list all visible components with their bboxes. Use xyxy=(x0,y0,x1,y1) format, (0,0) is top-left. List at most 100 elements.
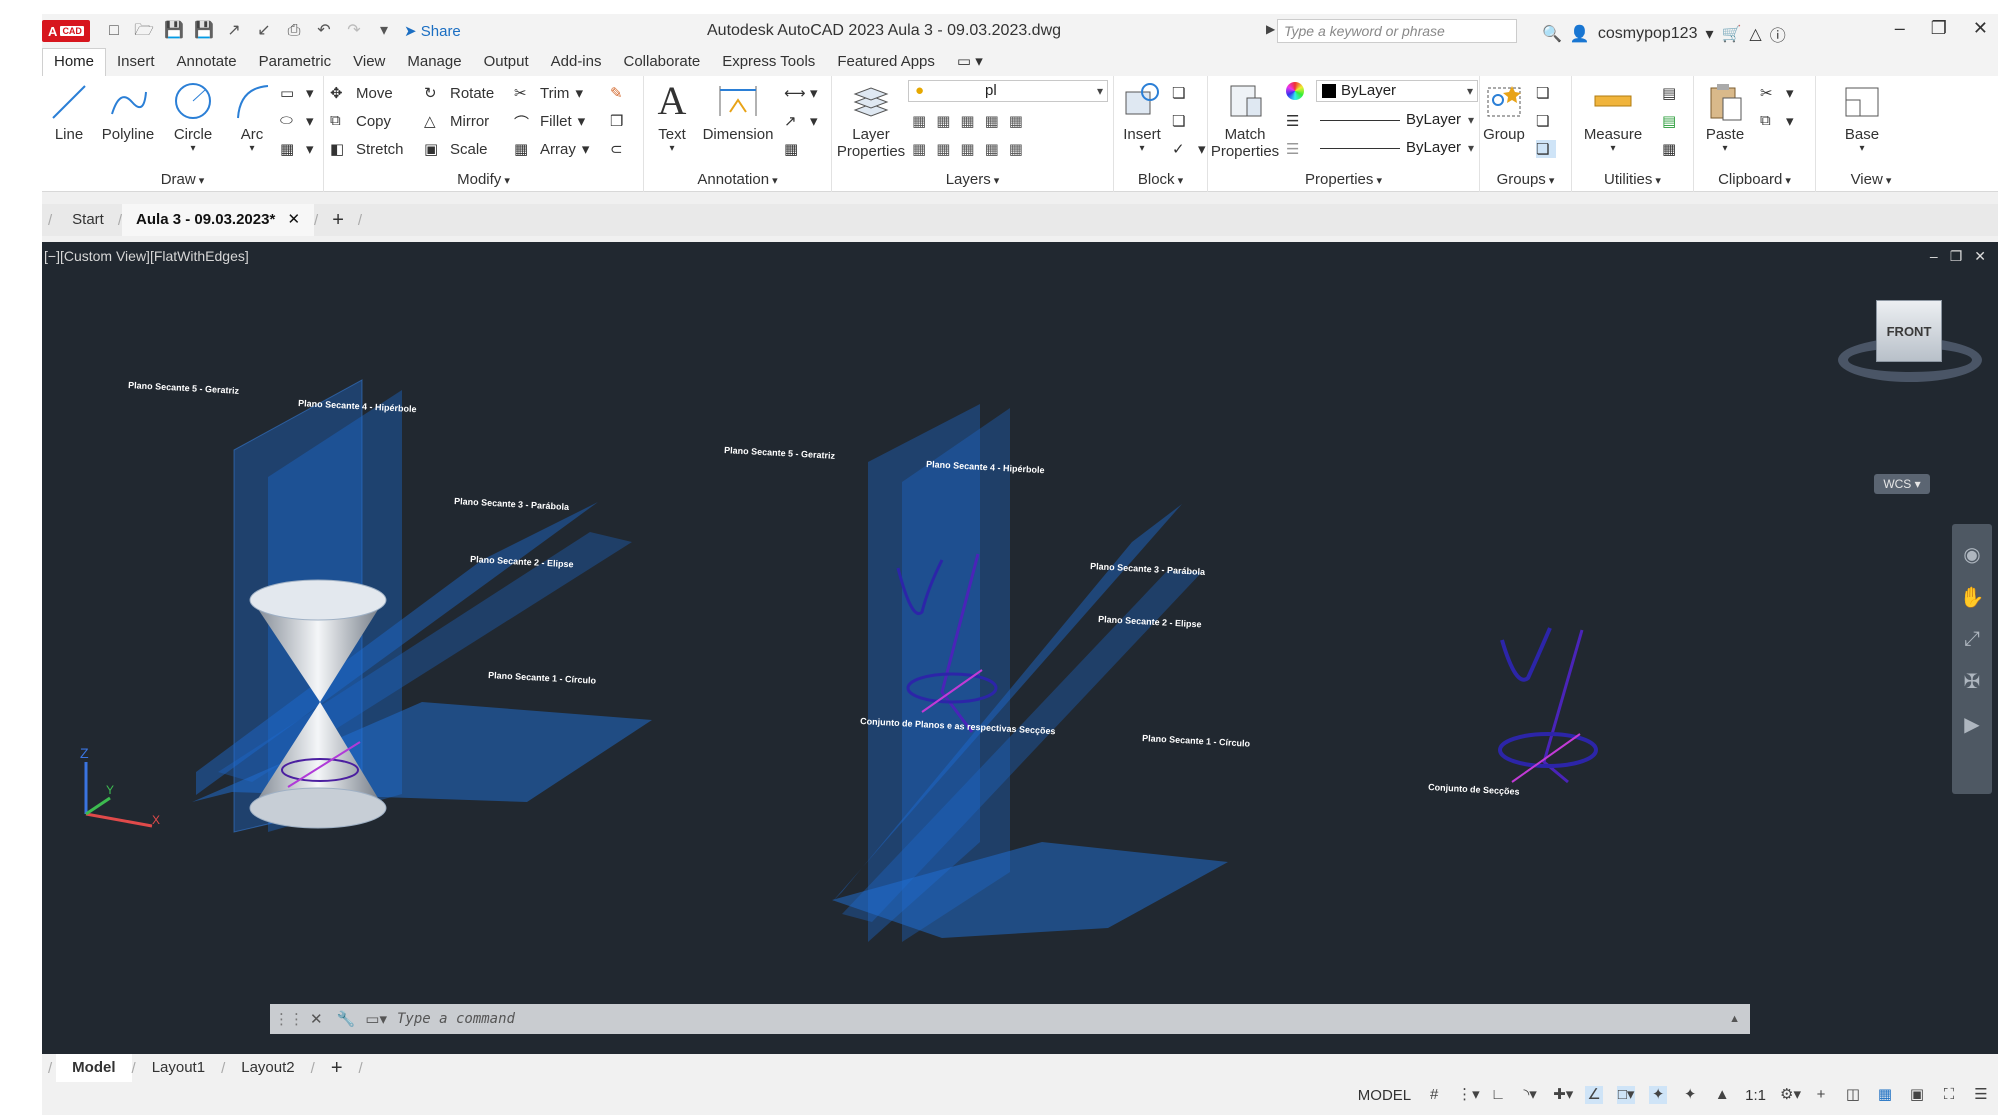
wcs-menu[interactable]: WCS ▾ xyxy=(1874,474,1930,494)
model-space-button[interactable]: MODEL xyxy=(1358,1087,1411,1104)
plot-icon[interactable]: ⎙ xyxy=(284,22,304,40)
search-icon[interactable]: 🔍 xyxy=(1542,24,1562,44)
annotation-panel-title[interactable]: Annotation xyxy=(644,171,831,188)
layers-panel-title[interactable]: Layers xyxy=(832,171,1113,188)
lineweight-dropdown[interactable]: ByLayer xyxy=(1316,110,1478,132)
block-panel-title[interactable]: Block xyxy=(1114,171,1207,188)
draw-panel-title[interactable]: Draw xyxy=(42,171,323,188)
polyline-button[interactable]: Polyline xyxy=(94,80,162,143)
fillet-button[interactable]: ⌒ Fillet ▾ xyxy=(514,112,585,133)
rectangle-tool[interactable]: ▭ ▾ xyxy=(280,84,314,102)
groups-panel-title[interactable]: Groups xyxy=(1480,171,1571,188)
line-button[interactable]: Line xyxy=(44,80,94,143)
annotation-scale-icon[interactable]: ▲ xyxy=(1713,1086,1731,1104)
cmd-expand-icon[interactable]: ▲ xyxy=(1729,1013,1740,1025)
quick-select-tool[interactable]: ▤ xyxy=(1662,84,1682,102)
app-menu-button[interactable]: A CAD xyxy=(42,20,90,42)
linetype-dropdown[interactable]: ByLayer xyxy=(1316,138,1478,160)
measure-button[interactable]: Measure ▾ xyxy=(1578,80,1648,154)
quick-properties-icon[interactable]: ▦ xyxy=(1876,1086,1894,1104)
copy-button[interactable]: ⧉ Copy xyxy=(330,112,391,130)
isodraft-icon[interactable]: ✚▾ xyxy=(1553,1086,1573,1104)
cmd-grip-icon[interactable]: ⋮⋮ xyxy=(274,1010,304,1028)
restore-icon[interactable]: ❐ xyxy=(1931,18,1947,39)
attribute-tool[interactable]: ✓ ▾ xyxy=(1172,140,1206,158)
customization-menu-icon[interactable]: ☰ xyxy=(1972,1086,1990,1104)
add-icon[interactable]: + xyxy=(1812,1086,1830,1104)
annotation-visibility-icon[interactable]: ✦ xyxy=(1649,1086,1668,1104)
color-wheel-icon[interactable] xyxy=(1286,82,1304,100)
rotate-button[interactable]: ↻ Rotate xyxy=(424,84,494,103)
tab-home[interactable]: Home xyxy=(42,48,107,76)
layer-lock-icon[interactable]: ▦ xyxy=(985,112,999,130)
tab-start[interactable]: Start xyxy=(58,204,118,236)
dimension-button[interactable]: Dimension xyxy=(698,80,778,143)
grid-icon[interactable]: # xyxy=(1425,1086,1443,1104)
drawing-viewport[interactable]: [−][Custom View][FlatWithEdges] – ❐ ✕ Pl… xyxy=(42,242,1998,1054)
layer-off-icon[interactable]: ▦ xyxy=(912,112,926,130)
leader-tool[interactable]: ↗ ▾ xyxy=(784,112,818,130)
array-button[interactable]: ▦ Array ▾ xyxy=(514,140,589,159)
table-tool[interactable]: ▦ xyxy=(784,140,804,158)
tab-view[interactable]: View xyxy=(342,49,396,76)
tab-collaborate[interactable]: Collaborate xyxy=(612,49,711,76)
group-select-tool[interactable]: ❏ xyxy=(1536,140,1556,158)
arc-button[interactable]: Arc ▾ xyxy=(224,80,280,154)
new-tab-icon[interactable]: + xyxy=(318,204,358,236)
snap-icon[interactable]: ⋮▾ xyxy=(1457,1086,1480,1104)
save-icon[interactable]: 💾 xyxy=(164,22,184,40)
modify-panel-title[interactable]: Modify xyxy=(324,171,643,188)
copy-clip-tool[interactable]: ⧉ ▾ xyxy=(1760,112,1794,130)
tab-annotate[interactable]: Annotate xyxy=(166,49,248,76)
autodesk-app-icon[interactable]: △ xyxy=(1749,24,1761,44)
cmd-recent-icon[interactable]: ▭▾ xyxy=(365,1010,387,1028)
stretch-button[interactable]: ◧ Stretch xyxy=(330,140,404,159)
select-all-tool[interactable]: ▤ xyxy=(1662,112,1682,130)
tab-layout2[interactable]: Layout2 xyxy=(225,1054,310,1082)
layer-unisolate-icon[interactable]: ▦ xyxy=(912,140,926,158)
layer-isolate-icon[interactable]: ▦ xyxy=(936,112,950,130)
edit-block-tool[interactable]: ❏ xyxy=(1172,112,1192,130)
text-button[interactable]: A Text ▾ xyxy=(650,80,694,155)
settings-gear-icon[interactable]: ⚙▾ xyxy=(1780,1086,1801,1104)
layer-change-icon[interactable]: ▦ xyxy=(1009,140,1023,158)
tab-layout1[interactable]: Layout1 xyxy=(136,1054,221,1082)
close-icon[interactable]: ✕ xyxy=(1973,18,1988,39)
explode-button[interactable]: ❒ xyxy=(610,112,630,130)
customize-chevron-icon[interactable]: ▾ xyxy=(374,22,394,40)
viewcube[interactable]: FRONT xyxy=(1838,300,1982,382)
insert-button[interactable]: Insert ▾ xyxy=(1116,80,1168,154)
new-file-icon[interactable]: □ xyxy=(104,22,124,40)
calculator-tool[interactable]: ▦ xyxy=(1662,140,1682,158)
match-properties-button[interactable]: Match Properties xyxy=(1210,80,1280,160)
circle-button[interactable]: Circle ▾ xyxy=(162,80,224,154)
create-block-tool[interactable]: ❏ xyxy=(1172,84,1192,102)
tab-express-tools[interactable]: Express Tools xyxy=(711,49,826,76)
ellipse-tool[interactable]: ⬭ ▾ xyxy=(280,112,314,130)
clipboard-panel-title[interactable]: Clipboard xyxy=(1694,171,1815,188)
minimize-icon[interactable]: – xyxy=(1895,18,1905,39)
close-tab-icon[interactable]: ✕ xyxy=(287,211,300,228)
scale-button[interactable]: ▣ Scale xyxy=(424,140,488,159)
scale-readout[interactable]: 1:1 xyxy=(1745,1087,1766,1104)
auto-scale-icon[interactable]: ✦ xyxy=(1681,1086,1699,1104)
view-panel-title[interactable]: View xyxy=(1816,171,1926,188)
trim-button[interactable]: ✂ Trim ▾ xyxy=(514,84,583,103)
import-icon[interactable]: ↙ xyxy=(254,22,274,40)
layer-freeze-icon[interactable]: ▦ xyxy=(960,112,974,130)
isolate-objects-icon[interactable]: ▣ xyxy=(1908,1086,1926,1104)
group-edit-tool[interactable]: ❏ xyxy=(1536,112,1556,130)
share-button[interactable]: ➤ Share xyxy=(404,22,461,40)
cart-icon[interactable]: 🛒 xyxy=(1722,24,1742,44)
save-as-icon[interactable]: 💾 xyxy=(194,22,214,40)
user-menu[interactable]: 🔍 👤 cosmypop123 ▾ 🛒 △ ⓘ xyxy=(1542,22,1786,46)
help-icon[interactable]: ⓘ xyxy=(1770,22,1786,46)
layer-thaw-icon[interactable]: ▦ xyxy=(936,140,950,158)
orbit-icon[interactable]: ✠ xyxy=(1964,669,1981,694)
units-icon[interactable]: ◫ xyxy=(1844,1086,1862,1104)
tab-featured-apps[interactable]: Featured Apps xyxy=(826,49,946,76)
ribbon-options-icon[interactable]: ▭ ▾ xyxy=(946,48,994,76)
zoom-extents-icon[interactable]: ⤢ xyxy=(1964,628,1980,651)
color-dropdown[interactable]: ByLayer xyxy=(1316,80,1478,102)
move-button[interactable]: ✥ Move xyxy=(330,84,393,103)
